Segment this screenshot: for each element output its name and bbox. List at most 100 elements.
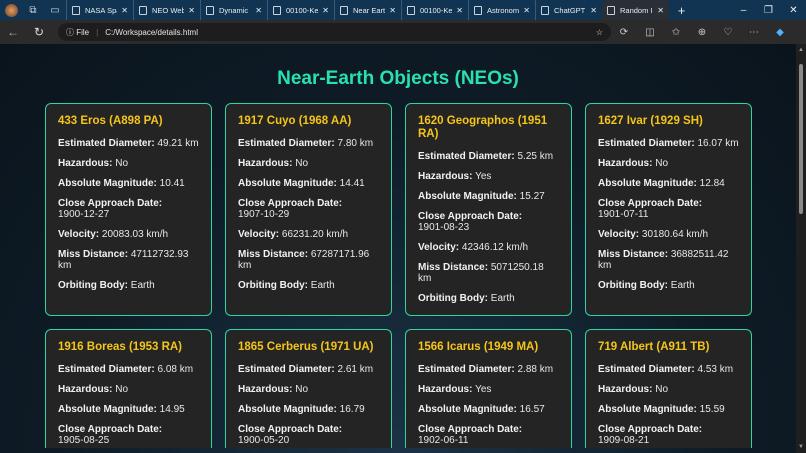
tab-label: ChatGPT xyxy=(554,5,586,15)
field-label: Close Approach Date: xyxy=(418,211,523,222)
new-tab-button[interactable]: + xyxy=(669,3,694,18)
tab-actions-icon[interactable]: ▭ xyxy=(44,0,66,20)
extensions-icon[interactable]: ⟳ xyxy=(611,27,637,38)
field-label: Estimated Diameter: xyxy=(238,138,335,149)
field-value: 15.27 xyxy=(519,191,545,202)
favorite-star-icon[interactable]: ☆ xyxy=(596,28,603,37)
page-icon xyxy=(407,5,415,15)
tab-3[interactable]: 00100-Ke ✕ xyxy=(267,0,334,20)
field-value: No xyxy=(295,384,309,395)
tab-0[interactable]: NASA Spa ✕ xyxy=(66,0,133,20)
field-label: Close Approach Date: xyxy=(238,424,343,435)
favorites-icon[interactable]: ✩ xyxy=(663,27,689,38)
scrollbar[interactable]: ▲ ▼ xyxy=(796,44,806,453)
field-label: Absolute Magnitude: xyxy=(418,404,517,415)
page-icon xyxy=(340,5,348,15)
close-tab-icon[interactable]: ✕ xyxy=(188,6,195,15)
close-tab-icon[interactable]: ✕ xyxy=(121,6,128,15)
profile-avatar[interactable] xyxy=(0,0,22,20)
neo-velocity: Velocity: 20083.03 km/h xyxy=(58,229,199,240)
field-value: 1909-08-21 xyxy=(598,435,650,446)
copilot-icon[interactable]: ◆ xyxy=(767,27,793,38)
address-bar[interactable]: ⓘ File | C:/Workspace/details.html ☆ xyxy=(58,23,611,41)
page-icon xyxy=(72,5,80,15)
page-title: Near-Earth Objects (NEOs) xyxy=(277,68,519,89)
neo-diameter: Estimated Diameter: 2.88 km xyxy=(418,364,559,375)
address-separator: | xyxy=(96,27,99,37)
close-window-button[interactable]: ✕ xyxy=(781,5,806,16)
scroll-up-icon[interactable]: ▲ xyxy=(798,47,804,53)
field-label: Miss Distance: xyxy=(598,249,669,260)
neo-miss: Miss Distance: 67287171.96 km xyxy=(238,249,379,271)
field-value: 2.61 km xyxy=(337,364,374,375)
neo-magnitude: Absolute Magnitude: 16.79 xyxy=(238,404,379,415)
page-icon xyxy=(474,5,482,15)
scroll-down-icon[interactable]: ▼ xyxy=(798,444,804,450)
field-value: Earth xyxy=(670,280,695,291)
field-value: 42346.12 km/h xyxy=(461,242,529,253)
more-menu-icon[interactable]: ⋯ xyxy=(741,27,767,38)
neo-date: Close Approach Date: 1909-08-21 xyxy=(598,424,739,446)
field-label: Estimated Diameter: xyxy=(418,364,515,375)
neo-name: 1627 Ivar (1929 SH) xyxy=(598,115,703,127)
field-label: Hazardous: xyxy=(598,158,653,169)
browser-essentials-icon[interactable]: ♡ xyxy=(715,27,741,38)
field-value: 1900-05-20 xyxy=(238,435,290,446)
neo-hazardous: Hazardous: Yes xyxy=(418,384,559,395)
tab-5[interactable]: 00100-Ke ✕ xyxy=(401,0,468,20)
workspaces-icon[interactable]: ⧉ xyxy=(22,0,44,20)
restore-button[interactable]: ❐ xyxy=(756,5,781,16)
refresh-button[interactable]: ↻ xyxy=(26,25,52,39)
tab-8[interactable]: Random I ✕ xyxy=(602,0,669,20)
tab-2[interactable]: Dynamic ✕ xyxy=(200,0,267,20)
close-tab-icon[interactable]: ✕ xyxy=(523,6,530,15)
tab-1[interactable]: NEO Web ✕ xyxy=(133,0,200,20)
field-label: Hazardous: xyxy=(58,384,113,395)
neo-diameter: Estimated Diameter: 7.80 km xyxy=(238,138,379,149)
collections-icon[interactable]: ⊕ xyxy=(689,27,715,38)
neo-date: Close Approach Date: 1900-05-20 xyxy=(238,424,379,446)
neo-velocity: Velocity: 42346.12 km/h xyxy=(418,242,559,253)
field-value: 16.79 xyxy=(339,404,365,415)
field-label: Estimated Diameter: xyxy=(58,364,155,375)
field-value: 1902-06-11 xyxy=(418,435,469,446)
page-icon xyxy=(607,5,615,15)
field-label: Close Approach Date: xyxy=(58,424,163,435)
field-label: Miss Distance: xyxy=(238,249,309,260)
close-tab-icon[interactable]: ✕ xyxy=(456,6,463,15)
tab-label: NEO Web xyxy=(152,5,185,15)
tab-4[interactable]: Near Eart ✕ xyxy=(334,0,401,20)
neo-magnitude: Absolute Magnitude: 14.95 xyxy=(58,404,199,415)
field-label: Velocity: xyxy=(58,229,100,240)
page-icon xyxy=(206,5,214,15)
neo-name: 433 Eros (A898 PA) xyxy=(58,115,163,127)
neo-card: 1627 Ivar (1929 SH) Estimated Diameter: 1… xyxy=(585,103,752,316)
tab-strip: ⧉ ▭ NASA Spa ✕ NEO Web ✕ Dynamic ✕ 00100-Ke ✕ Ne… xyxy=(0,0,806,20)
back-button[interactable]: ← xyxy=(0,25,26,39)
neo-date: Close Approach Date: 1901-08-23 xyxy=(418,211,559,233)
neo-miss: Miss Distance: 5071250.18 km xyxy=(418,262,559,284)
neo-hazardous: Hazardous: No xyxy=(238,384,379,395)
field-value: 15.59 xyxy=(699,404,725,415)
neo-orbit: Orbiting Body: Earth xyxy=(58,280,199,291)
field-value: Yes xyxy=(475,384,492,395)
close-tab-icon[interactable]: ✕ xyxy=(657,6,664,15)
field-value: 6.08 km xyxy=(157,364,194,375)
close-tab-icon[interactable]: ✕ xyxy=(255,6,262,15)
info-icon[interactable]: ⓘ xyxy=(66,27,76,38)
tab-7[interactable]: ChatGPT ✕ xyxy=(535,0,602,20)
scrollbar-thumb[interactable] xyxy=(799,64,803,214)
neo-diameter: Estimated Diameter: 4.53 km xyxy=(598,364,739,375)
field-value: 2.88 km xyxy=(517,364,554,375)
field-value: 30180.64 km/h xyxy=(641,229,709,240)
neo-velocity: Velocity: 66231.20 km/h xyxy=(238,229,379,240)
close-tab-icon[interactable]: ✕ xyxy=(590,6,597,15)
field-label: Orbiting Body: xyxy=(238,280,308,291)
address-url[interactable]: C:/Workspace/details.html xyxy=(105,28,596,37)
split-screen-icon[interactable]: ◫ xyxy=(637,27,663,38)
tab-6[interactable]: Astronom ✕ xyxy=(468,0,535,20)
field-value: 12.84 xyxy=(699,178,725,189)
close-tab-icon[interactable]: ✕ xyxy=(322,6,329,15)
close-tab-icon[interactable]: ✕ xyxy=(389,6,396,15)
minimize-button[interactable]: – xyxy=(731,5,756,16)
